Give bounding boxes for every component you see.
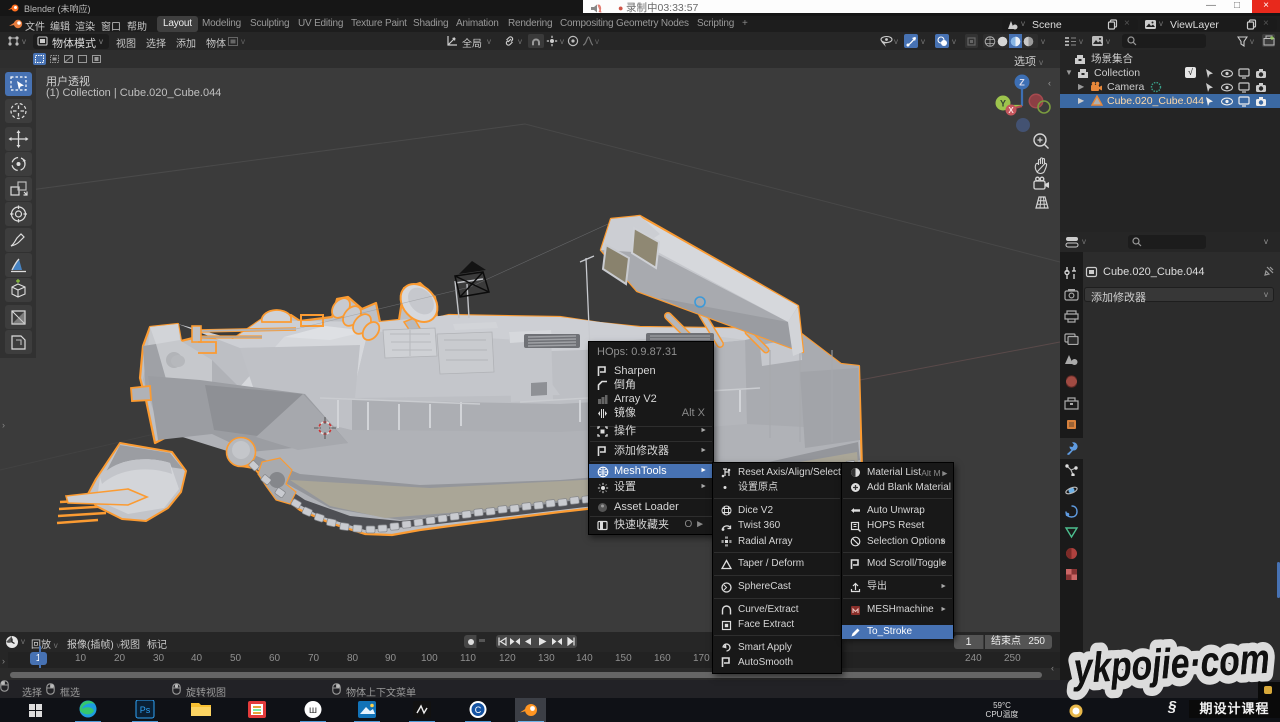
svg-text:Z: Z xyxy=(1019,78,1025,88)
svg-text:Y: Y xyxy=(1000,99,1006,109)
svg-text:ykpojie·com: ykpojie·com xyxy=(1071,636,1271,693)
svg-text:X: X xyxy=(1008,106,1014,115)
svg-text:ш: ш xyxy=(309,705,317,716)
svg-text:Ps: Ps xyxy=(140,705,151,715)
svg-text:C: C xyxy=(475,705,482,715)
